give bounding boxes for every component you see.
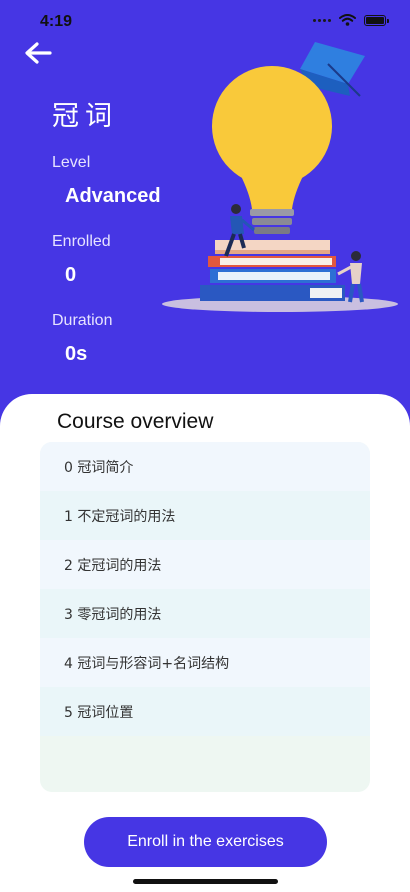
enrolled-label: Enrolled [52, 233, 111, 250]
level-label: Level [52, 154, 91, 171]
lesson-item[interactable]: 0 冠词简介 [40, 442, 370, 491]
lesson-item[interactable]: 5 冠词位置 [40, 687, 370, 736]
cellular-dots-icon [313, 18, 331, 22]
wifi-icon [339, 14, 356, 26]
home-indicator [133, 879, 278, 884]
level-value: Advanced [65, 185, 161, 207]
lesson-item[interactable]: 2 定冠词的用法 [40, 540, 370, 589]
status-time: 4:19 [40, 13, 73, 30]
status-icons [313, 14, 389, 26]
enrolled-value: 0 [65, 264, 77, 286]
lesson-item[interactable]: 1 不定冠词的用法 [40, 491, 370, 540]
duration-label: Duration [52, 312, 113, 329]
lesson-item[interactable]: 3 零冠词的用法 [40, 589, 370, 638]
back-arrow-icon[interactable] [22, 38, 56, 68]
lesson-item[interactable]: 4 冠词与形容词+名词结构 [40, 638, 370, 687]
lesson-list: 0 冠词简介 1 不定冠词的用法 2 定冠词的用法 3 零冠词的用法 4 冠词与… [40, 442, 370, 792]
battery-icon [364, 14, 389, 26]
course-title: 冠词 [52, 101, 118, 132]
duration-value: 0s [65, 343, 88, 365]
lightbulb-illustration [162, 42, 398, 312]
overview-title: Course overview [57, 410, 214, 433]
enroll-button[interactable]: Enroll in the exercises [84, 817, 327, 867]
